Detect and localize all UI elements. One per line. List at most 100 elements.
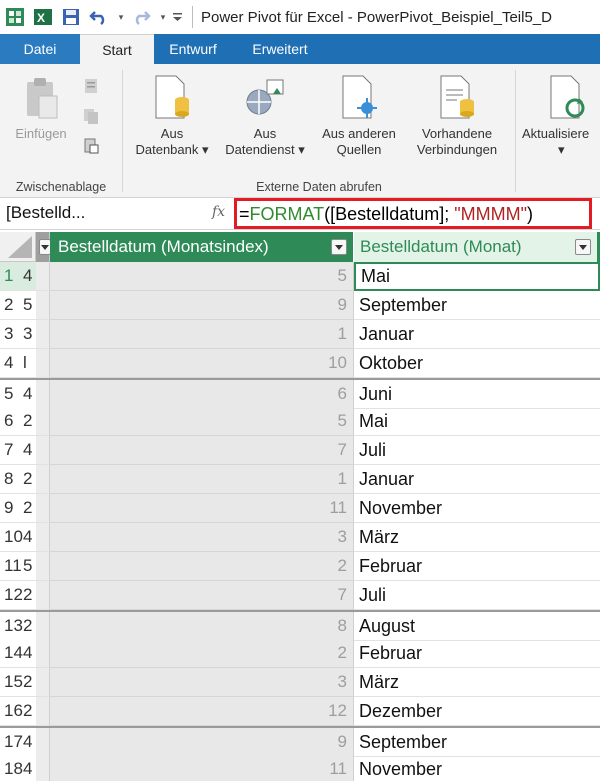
row-number[interactable]: 4l [0,349,36,378]
previous-column-cell[interactable] [36,523,50,552]
formula-input[interactable]: =FORMAT([Bestelldatum]; "MMMM") [234,198,592,229]
previous-column-cell[interactable] [36,755,50,781]
monat-cell[interactable]: Februar [354,552,600,581]
table-row[interactable]: 3 3 1 Januar [0,320,600,349]
cut-icon[interactable] [80,76,102,96]
previous-column-cell[interactable] [36,494,50,523]
previous-column-cell[interactable] [36,380,50,409]
monat-cell[interactable]: Februar [354,639,600,668]
table-row[interactable]: 17 4 9 September [0,726,600,757]
row-number[interactable]: 10 4 [0,523,36,552]
monat-cell[interactable]: März [354,523,600,552]
tab-datei[interactable]: Datei [0,34,80,64]
filter-dropdown-icon[interactable] [575,239,591,255]
table-row[interactable]: 11 5 2 Februar [0,552,600,581]
monat-cell[interactable]: Januar [354,465,600,494]
monat-cell[interactable]: Mai [354,407,600,436]
paste-button[interactable]: Einfügen [6,70,76,142]
customize-toolbar-icon[interactable] [172,12,182,22]
monat-cell[interactable]: September [354,728,600,757]
row-number[interactable]: 18 4 [0,755,36,781]
previous-column-cell[interactable] [36,668,50,697]
row-number[interactable]: 62 [0,407,36,436]
row-number[interactable]: 15 2 [0,668,36,697]
previous-column-cell[interactable] [36,552,50,581]
monat-cell[interactable]: November [354,755,600,781]
table-row[interactable]: 12 2 7 Juli [0,581,600,610]
table-row[interactable]: 6 2 5 Mai [0,407,600,436]
filter-dropdown-icon[interactable] [331,239,347,255]
table-row[interactable]: 16 2 12 Dezember [0,697,600,726]
monat-cell[interactable]: Juni [354,380,600,409]
paste-special-icon[interactable] [80,136,102,156]
table-row[interactable]: 5 4 6 Juni [0,378,600,409]
fx-icon[interactable]: fx [212,204,225,220]
row-number[interactable]: 54 [0,380,36,409]
monatsindex-cell[interactable]: 6 [50,380,354,409]
monatsindex-cell[interactable]: 9 [50,728,354,757]
monatsindex-cell[interactable]: 11 [50,494,354,523]
tab-start[interactable]: Start [80,34,154,64]
undo-icon[interactable] [88,6,110,28]
previous-column-cell[interactable] [36,639,50,668]
row-number[interactable]: 25 [0,291,36,320]
undo-dropdown-icon[interactable]: ▾ [116,12,126,23]
row-number[interactable]: 12 2 [0,581,36,610]
monat-cell[interactable]: Juli [354,581,600,610]
monat-cell[interactable]: Juli [354,436,600,465]
table-row[interactable]: 10 4 3 März [0,523,600,552]
monat-cell[interactable]: Dezember [354,697,600,726]
previous-column-cell[interactable] [36,436,50,465]
monat-cell[interactable]: August [354,612,600,641]
table-row[interactable]: 1 4 5 Mai [0,262,600,291]
previous-column-cell[interactable] [36,697,50,726]
table-row[interactable]: 8 2 1 Januar [0,465,600,494]
column-header-monat[interactable]: Bestelldatum (Monat) [354,232,600,262]
monatsindex-cell[interactable]: 5 [50,262,354,291]
row-number[interactable]: 14 4 [0,639,36,668]
previous-column-cell[interactable] [36,612,50,641]
table-row[interactable]: 7 4 7 Juli [0,436,600,465]
tab-erweitert[interactable]: Erweitert [232,34,328,64]
name-box[interactable]: [Bestelld... [0,198,210,230]
from-other-sources-button[interactable]: Aus anderen Quellen [313,70,405,158]
row-number[interactable]: 16 2 [0,697,36,726]
existing-connections-button[interactable]: Vorhandene Verbindungen [407,70,507,158]
monatsindex-cell[interactable]: 10 [50,349,354,378]
monatsindex-cell[interactable]: 9 [50,291,354,320]
monatsindex-cell[interactable]: 2 [50,552,354,581]
row-number[interactable]: 17 4 [0,728,36,757]
redo-icon[interactable] [130,6,152,28]
excel-icon[interactable]: X [32,6,54,28]
monat-cell[interactable]: März [354,668,600,697]
previous-column-cell[interactable] [36,262,50,291]
monatsindex-cell[interactable]: 3 [50,523,354,552]
table-row[interactable]: 4 l 10 Oktober [0,349,600,378]
monat-cell[interactable]: Oktober [354,349,600,378]
redo-dropdown-icon[interactable]: ▾ [158,12,168,23]
monatsindex-cell[interactable]: 7 [50,436,354,465]
select-all-corner[interactable] [0,232,36,262]
row-number[interactable]: 82 [0,465,36,494]
previous-column-cell[interactable] [36,465,50,494]
row-number[interactable]: 13 2 [0,612,36,641]
row-number[interactable]: 11 5 [0,552,36,581]
row-number[interactable]: 74 [0,436,36,465]
monat-cell[interactable]: September [354,291,600,320]
row-number[interactable]: 33 [0,320,36,349]
table-row[interactable]: 13 2 8 August [0,610,600,641]
table-row[interactable]: 15 2 3 März [0,668,600,697]
monatsindex-cell[interactable]: 8 [50,612,354,641]
previous-column-cell[interactable] [36,407,50,436]
from-database-button[interactable]: Aus Datenbank ▾ [127,70,217,158]
column-header-monatsindex[interactable]: Bestelldatum (Monatsindex) [50,232,354,262]
row-number[interactable]: 92 [0,494,36,523]
table-row[interactable]: 14 4 2 Februar [0,639,600,668]
save-icon[interactable] [60,6,82,28]
previous-column-cell[interactable] [36,728,50,757]
refresh-button[interactable]: Aktualisiere ▾ [520,70,600,158]
monat-cell[interactable]: November [354,494,600,523]
monatsindex-cell[interactable]: 7 [50,581,354,610]
monatsindex-cell[interactable]: 1 [50,465,354,494]
monatsindex-cell[interactable]: 11 [50,755,354,781]
